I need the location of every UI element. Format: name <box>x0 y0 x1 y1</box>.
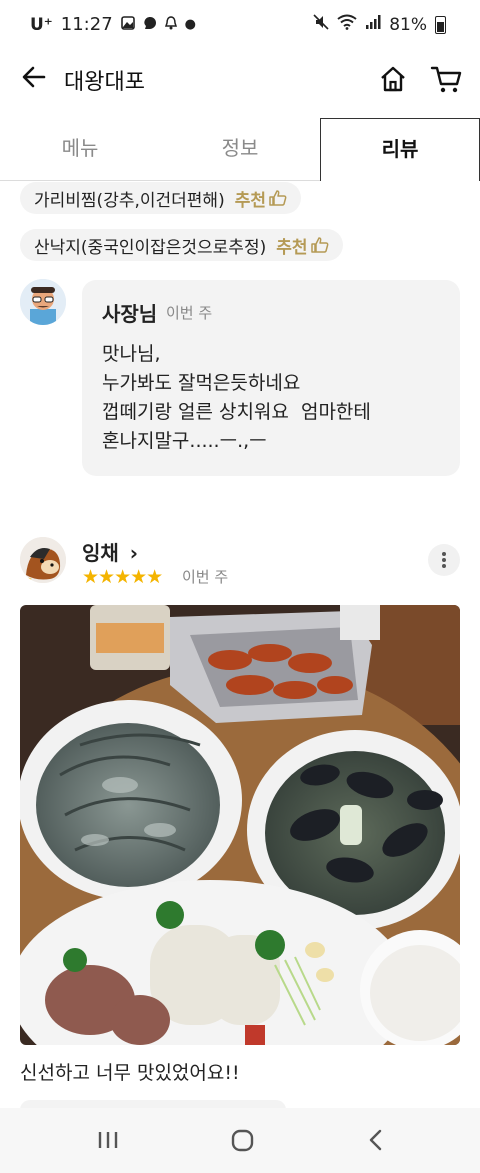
gallery-icon <box>120 14 135 35</box>
back-arrow-icon[interactable] <box>20 62 50 92</box>
page-title: 대왕대포 <box>64 70 145 95</box>
review-photo[interactable] <box>20 605 460 1045</box>
chevron-right-icon: › <box>129 541 139 565</box>
system-nav-bar <box>0 1108 480 1173</box>
reply-date: 이번 주 <box>166 304 213 322</box>
wifi-icon <box>337 14 357 35</box>
mute-icon <box>313 14 329 35</box>
reply-text: 맛나님, 누가봐도 잘먹은듯하네요 껍떼기랑 얼른 상치워요 엄마한테 혼나지말… <box>102 343 371 452</box>
cart-icon[interactable] <box>430 64 462 94</box>
tab-bar: 메뉴 정보 리뷰 <box>0 118 480 181</box>
battery-icon <box>435 15 446 34</box>
recent-apps-icon[interactable] <box>88 1122 128 1158</box>
tab-reviews[interactable]: 리뷰 <box>320 118 480 181</box>
status-bar: U⁺ 11:27 ● 81% <box>0 0 480 50</box>
signal-icon <box>365 14 381 35</box>
owner-reply-bubble: 사장님 이번 주 맛나님, 누가봐도 잘먹은듯하네요 껍떼기랑 얼른 상치워요 … <box>82 280 460 476</box>
review-date: 이번 주 <box>182 568 229 586</box>
thumbs-up-icon <box>310 237 328 253</box>
home-nav-icon[interactable] <box>222 1122 262 1158</box>
review-text: 신선하고 너무 맛있었어요!! <box>20 1062 240 1084</box>
carrier-label: U⁺ <box>30 14 53 35</box>
time-label: 11:27 <box>60 14 113 35</box>
more-options-icon[interactable] <box>428 544 460 576</box>
menu-chip-name: 가리비찜(강추,이건더편해) <box>34 190 225 211</box>
menu-chip: 산낙지(중국인이잡은것으로추정) 추천 <box>20 229 343 261</box>
menu-chip: 가리비찜(강추,이건더편해) 추천 <box>20 182 301 214</box>
bell-icon <box>164 14 177 35</box>
back-nav-icon[interactable] <box>356 1122 396 1158</box>
notification-icon <box>143 14 157 35</box>
thumbs-up-icon <box>269 190 287 206</box>
rating-stars: ★★★★★ <box>82 566 163 588</box>
battery-label: 81% <box>389 14 427 35</box>
tab-info[interactable]: 정보 <box>160 118 320 178</box>
recommend-label: 추천 <box>276 237 308 258</box>
reviewer-avatar[interactable] <box>20 537 66 583</box>
app-bar: 대왕대포 <box>0 50 480 108</box>
recommend-label: 추천 <box>234 190 266 211</box>
reviewer-name[interactable]: 잉채 › <box>82 537 138 566</box>
home-icon[interactable] <box>378 64 408 94</box>
tab-menu[interactable]: 메뉴 <box>0 118 160 178</box>
owner-name: 사장님 <box>102 302 158 326</box>
dot-icon: ● <box>184 17 196 32</box>
owner-avatar <box>20 279 66 325</box>
menu-chip-name: 산낙지(중국인이잡은것으로추정) <box>34 237 267 258</box>
